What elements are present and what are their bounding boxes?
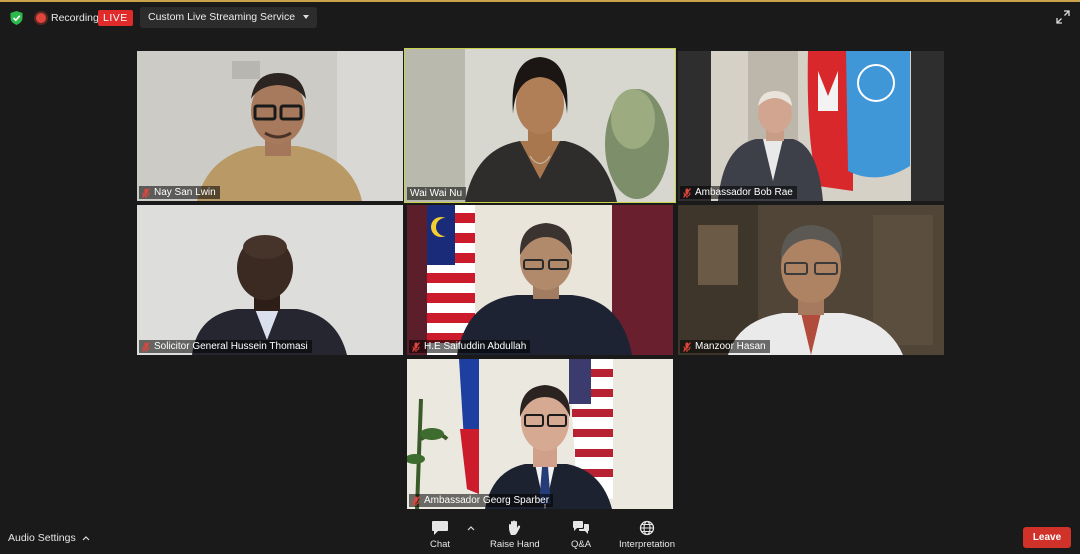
caret-down-icon bbox=[303, 15, 310, 19]
participant-video bbox=[137, 205, 403, 355]
chat-bubble-icon bbox=[432, 521, 449, 535]
participant-video bbox=[678, 205, 944, 355]
participant-video bbox=[405, 49, 675, 202]
participant-nameplate: Manzoor Hasan bbox=[680, 340, 770, 353]
muted-mic-icon bbox=[683, 341, 691, 352]
audio-settings-label: Audio Settings bbox=[8, 532, 76, 544]
qa-button[interactable]: Q&A bbox=[571, 520, 591, 550]
interpretation-label: Interpretation bbox=[619, 539, 675, 550]
live-badge: LIVE bbox=[98, 10, 133, 26]
participant-video bbox=[137, 51, 403, 201]
audio-settings-button[interactable]: Audio Settings bbox=[8, 532, 90, 544]
participant-name: Wai Wai Nu bbox=[410, 188, 463, 199]
chevron-up-icon[interactable] bbox=[467, 525, 475, 531]
video-tile[interactable]: H.E Saifuddin Abdullah bbox=[407, 205, 673, 355]
raise-hand-icon bbox=[508, 520, 520, 535]
interpretation-button[interactable]: Interpretation bbox=[619, 520, 675, 550]
recording-label: Recording bbox=[51, 12, 99, 24]
chat-label: Chat bbox=[430, 539, 451, 550]
participant-name: H.E Saifuddin Abdullah bbox=[424, 341, 527, 352]
recording-indicator[interactable]: Recording bbox=[36, 12, 99, 24]
participant-nameplate: Nay San Lwin bbox=[139, 186, 220, 199]
participant-name: Ambassador Bob Rae bbox=[695, 187, 793, 198]
shield-check-icon[interactable] bbox=[10, 11, 23, 25]
video-tile-active-speaker[interactable]: Wai Wai Nu bbox=[404, 48, 676, 203]
globe-icon bbox=[639, 520, 655, 536]
window-top-border bbox=[0, 0, 1080, 2]
leave-button[interactable]: Leave bbox=[1023, 527, 1071, 548]
participant-nameplate: Ambassador Georg Sparber bbox=[409, 494, 554, 507]
qa-label: Q&A bbox=[571, 539, 592, 550]
muted-mic-icon bbox=[142, 187, 150, 198]
record-dot-icon bbox=[36, 13, 46, 23]
participant-name: Ambassador Georg Sparber bbox=[424, 495, 550, 506]
video-tile[interactable]: Ambassador Georg Sparber bbox=[407, 359, 673, 509]
stream-service-label: Custom Live Streaming Service bbox=[148, 11, 296, 23]
fullscreen-icon[interactable] bbox=[1056, 10, 1070, 24]
muted-mic-icon bbox=[412, 495, 420, 506]
participant-video bbox=[678, 51, 944, 201]
qa-icon bbox=[573, 521, 590, 534]
video-tile[interactable]: Ambassador Bob Rae bbox=[678, 51, 944, 201]
participant-nameplate: Wai Wai Nu bbox=[407, 187, 467, 200]
video-tile[interactable]: Solicitor General Hussein Thomasi bbox=[137, 205, 403, 355]
participant-nameplate: Solicitor General Hussein Thomasi bbox=[139, 340, 312, 353]
video-tile[interactable]: Manzoor Hasan bbox=[678, 205, 944, 355]
live-stream-dropdown[interactable]: Custom Live Streaming Service bbox=[140, 7, 318, 28]
participant-nameplate: H.E Saifuddin Abdullah bbox=[409, 340, 531, 353]
participant-video bbox=[407, 205, 673, 355]
muted-mic-icon bbox=[412, 341, 420, 352]
muted-mic-icon bbox=[683, 187, 691, 198]
meeting-top-bar: Recording LIVE Custom Live Streaming Ser… bbox=[0, 6, 1080, 30]
participant-name: Manzoor Hasan bbox=[695, 341, 766, 352]
chat-button[interactable]: Chat bbox=[430, 520, 450, 550]
participant-video bbox=[407, 359, 673, 509]
muted-mic-icon bbox=[142, 341, 150, 352]
participant-nameplate: Ambassador Bob Rae bbox=[680, 186, 797, 199]
chevron-up-icon bbox=[82, 536, 90, 541]
participant-name: Solicitor General Hussein Thomasi bbox=[154, 341, 308, 352]
raise-hand-button[interactable]: Raise Hand bbox=[490, 520, 540, 550]
participant-name: Nay San Lwin bbox=[154, 187, 216, 198]
raise-hand-label: Raise Hand bbox=[490, 539, 540, 550]
video-tile[interactable]: Nay San Lwin bbox=[137, 51, 403, 201]
